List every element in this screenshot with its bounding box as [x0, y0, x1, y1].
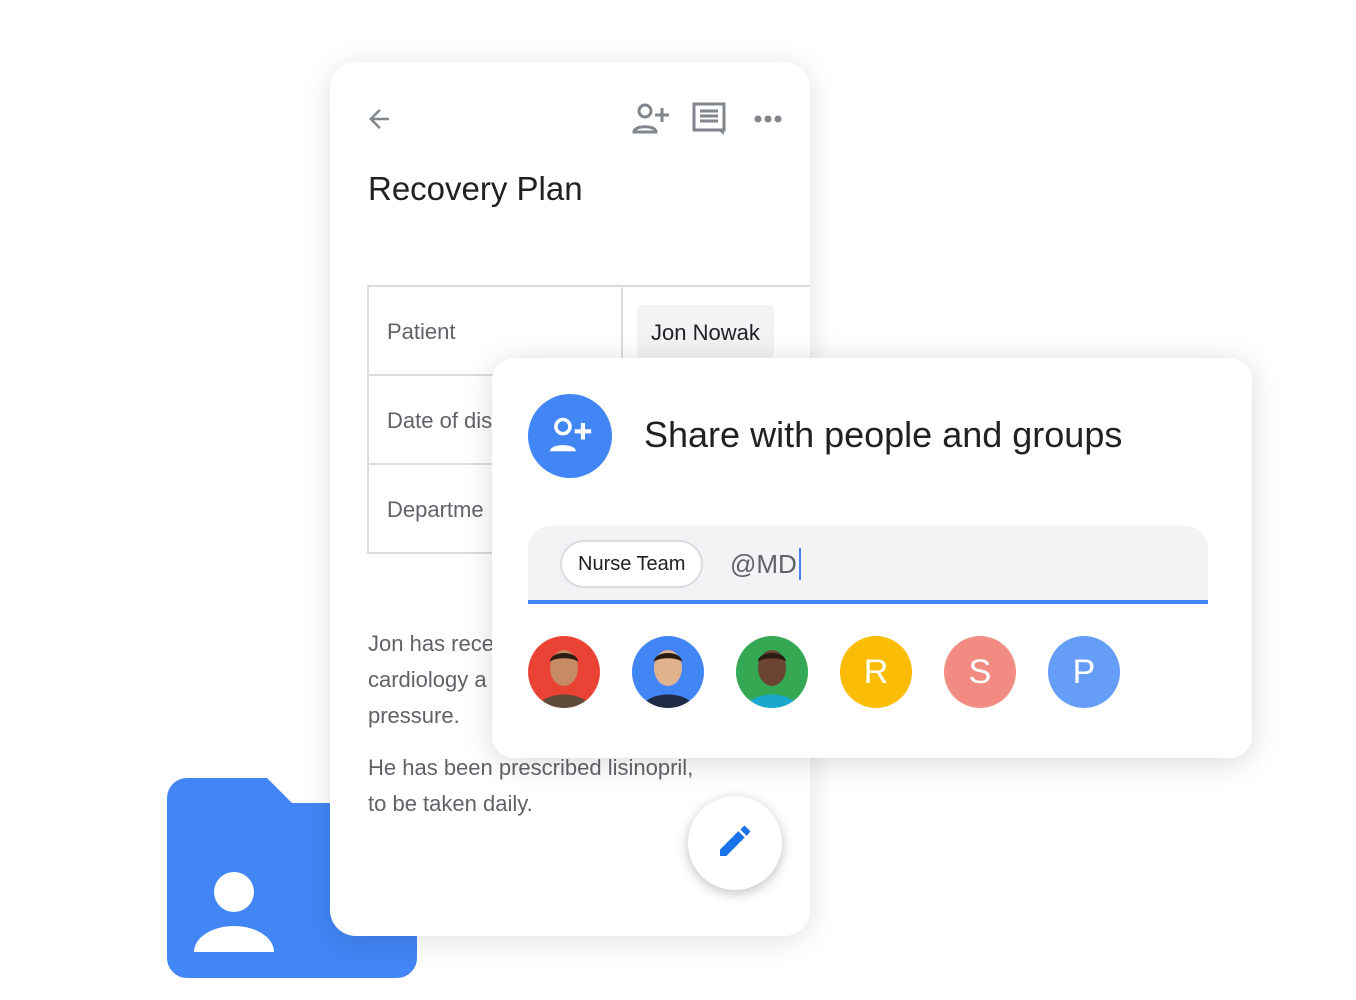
share-input[interactable]: Nurse Team @MD	[528, 526, 1208, 604]
paragraph: Jon has rece cardiology a pressure.	[368, 626, 494, 734]
document-title: Recovery Plan	[368, 170, 583, 207]
table-label: Patient	[387, 319, 456, 344]
patient-name-chip[interactable]: Jon Nowak	[637, 305, 774, 359]
person-add-icon	[528, 394, 612, 478]
comment-icon[interactable]	[692, 102, 726, 141]
text-line: to be taken daily.	[368, 791, 533, 816]
avatar-r[interactable]: R	[840, 636, 912, 708]
dialog-title: Share with people and groups	[644, 414, 1123, 455]
person-add-icon[interactable]	[632, 102, 670, 141]
avatar-p[interactable]: P	[1048, 636, 1120, 708]
paragraph: He has been prescribed lisinopril, to be…	[368, 750, 693, 822]
share-dialog: Share with people and groups Nurse Team …	[492, 358, 1252, 758]
avatar-photo[interactable]	[736, 636, 808, 708]
avatar-s[interactable]: S	[944, 636, 1016, 708]
table-label: Date of dis	[387, 408, 493, 433]
text-line: Jon has rece	[368, 631, 494, 656]
edit-button[interactable]	[688, 796, 782, 890]
more-horiz-icon[interactable]	[754, 112, 782, 130]
input-text[interactable]: @MD	[730, 548, 801, 580]
pencil-icon	[715, 821, 755, 866]
recipient-chip[interactable]: Nurse Team	[560, 540, 704, 588]
text-line: pressure.	[368, 703, 460, 728]
text-line: cardiology a	[368, 667, 487, 692]
table-label: Departme	[387, 497, 484, 522]
avatar-photo[interactable]	[528, 636, 600, 708]
avatar-photo[interactable]	[632, 636, 704, 708]
arrow-left-icon[interactable]	[364, 104, 394, 139]
